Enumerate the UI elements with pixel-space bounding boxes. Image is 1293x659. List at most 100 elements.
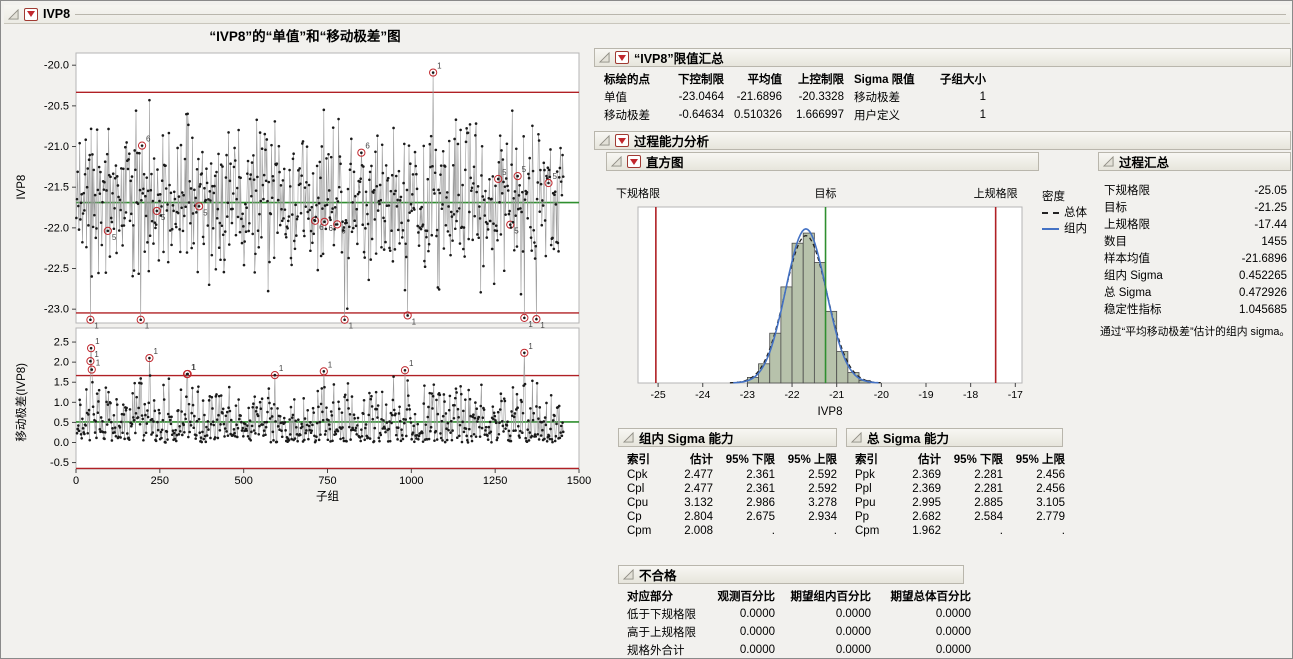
stat-value: 1.045685 (1239, 302, 1287, 319)
disclosure-triangle-icon[interactable] (8, 9, 19, 20)
table-cell: 0.0000 (706, 641, 780, 659)
svg-text:1: 1 (412, 317, 417, 326)
svg-text:1: 1 (192, 363, 197, 372)
table-cell: 2.885 (946, 496, 1008, 510)
table-cell: 2.361 (718, 482, 780, 496)
red-triangle-menu-button[interactable] (615, 51, 629, 64)
report-title: IVP8 (43, 7, 70, 21)
svg-text:-22.0: -22.0 (44, 222, 69, 234)
svg-text:750: 750 (318, 475, 336, 487)
table-cell: 单值 (599, 88, 663, 106)
table-cell: 0.0000 (876, 641, 976, 659)
stat-value: -25.05 (1254, 183, 1287, 200)
table-cell: Pp (850, 510, 894, 524)
table-row: Ppu2.9952.8853.105 (850, 496, 1070, 510)
stat-label: 稳定性指标 (1104, 302, 1162, 319)
column-header: Sigma 限值 (849, 70, 925, 88)
table-cell: Ppu (850, 496, 894, 510)
capability-title: 过程能力分析 (634, 131, 709, 150)
column-header: 95% 上限 (780, 450, 842, 468)
table-cell: 用户定义 (849, 106, 925, 124)
control-chart-title: “IVP8”的“单值”和“移动极差”图 (9, 25, 601, 45)
table-row: Cpl2.4772.3612.592 (622, 482, 842, 496)
legend-label: 总体 (1064, 205, 1087, 221)
svg-text:目标: 目标 (815, 186, 837, 200)
table-cell: 0.0000 (780, 623, 876, 641)
table-cell: 2.779 (1008, 510, 1070, 524)
table-cell: 移动极差 (849, 88, 925, 106)
nonconforming-table: 对应部分观测百分比期望组内百分比期望总体百分比低于下规格限0.00000.000… (622, 587, 976, 659)
table-cell: 2.986 (718, 496, 780, 510)
svg-text:-21.0: -21.0 (44, 141, 69, 153)
control-chart-plot[interactable]: -20.0-20.5-21.0-21.5-22.0-22.5-23.02.52.… (9, 43, 601, 509)
table-cell: . (780, 524, 842, 538)
outline-header-ivp8[interactable]: IVP8 (4, 5, 1290, 24)
svg-text:-23.0: -23.0 (44, 304, 69, 316)
svg-text:子组: 子组 (316, 489, 339, 503)
stat-value: 0.472926 (1239, 285, 1287, 302)
process-summary-row: 总 Sigma0.472926 (1098, 285, 1291, 302)
outline-header-process-summary[interactable]: 过程汇总 (1098, 152, 1291, 171)
outline-header-nonconforming[interactable]: 不合格 (618, 565, 964, 584)
svg-text:0.0: 0.0 (54, 437, 69, 449)
svg-text:250: 250 (151, 475, 169, 487)
table-cell: 2.584 (946, 510, 1008, 524)
dashed-line-icon (1042, 212, 1059, 214)
disclosure-triangle-icon[interactable] (599, 135, 610, 146)
within-sigma-title: 组内 Sigma 能力 (639, 428, 733, 447)
column-header: 95% 下限 (946, 450, 1008, 468)
process-summary-row: 稳定性指标 1.045685 (1098, 302, 1291, 319)
process-summary-row: 上规格限-17.44 (1098, 217, 1291, 234)
table-cell: 低于下规格限 (622, 605, 706, 623)
stat-value: -21.6896 (1242, 251, 1287, 268)
outline-header-overall-sigma[interactable]: 总 Sigma 能力 (846, 428, 1063, 447)
disclosure-triangle-icon[interactable] (623, 432, 634, 443)
svg-text:1: 1 (96, 359, 101, 368)
limit-summary-table: 标绘的点下控制限平均值上控制限Sigma 限值子组大小单值-23.0464-21… (599, 70, 991, 124)
svg-text:-20: -20 (874, 389, 889, 401)
table-cell: Cpk (622, 468, 666, 482)
overall-sigma-table: 索引估计95% 下限95% 上限Ppk2.3692.2812.456Ppl2.3… (850, 450, 1070, 538)
red-triangle-menu-button[interactable] (627, 155, 641, 168)
table-cell: 0.510326 (729, 106, 787, 124)
disclosure-triangle-icon[interactable] (611, 156, 622, 167)
header-rule (75, 14, 1286, 15)
outline-header-histogram[interactable]: 直方图 (606, 152, 1039, 171)
outline-header-limit-summary[interactable]: “IVP8”限值汇总 (594, 48, 1291, 67)
disclosure-triangle-icon[interactable] (1103, 156, 1114, 167)
legend-title: 密度 (1042, 189, 1100, 205)
svg-text:1: 1 (437, 62, 442, 71)
red-triangle-menu-button[interactable] (615, 134, 629, 147)
outline-header-within-sigma[interactable]: 组内 Sigma 能力 (618, 428, 837, 447)
stat-label: 目标 (1104, 200, 1127, 217)
disclosure-triangle-icon[interactable] (623, 569, 634, 580)
table-cell: 2.934 (780, 510, 842, 524)
table-cell: 2.456 (1008, 482, 1070, 496)
table-cell: 移动极差 (599, 106, 663, 124)
svg-text:-19: -19 (918, 389, 933, 401)
process-summary-row: 目标-21.25 (1098, 200, 1291, 217)
stat-value: 1455 (1261, 234, 1287, 251)
outline-header-capability[interactable]: 过程能力分析 (594, 131, 1291, 150)
svg-text:-20.0: -20.0 (44, 60, 69, 72)
table-row: 低于下规格限0.00000.00000.0000 (622, 605, 976, 623)
svg-text:IVP8: IVP8 (16, 175, 28, 200)
table-row: Ppl2.3692.2812.456 (850, 482, 1070, 496)
histogram-plot[interactable]: 下规格限目标上规格限-25-24-23-22-21-20-19-18-17IVP… (608, 185, 1038, 423)
table-cell: 0.0000 (706, 623, 780, 641)
column-header: 标绘的点 (599, 70, 663, 88)
table-cell: 1 (925, 88, 991, 106)
red-triangle-menu-button[interactable] (24, 8, 38, 21)
table-cell: 2.281 (946, 468, 1008, 482)
disclosure-triangle-icon[interactable] (851, 432, 862, 443)
disclosure-triangle-icon[interactable] (599, 52, 610, 63)
table-cell: . (718, 524, 780, 538)
table-row: Cp2.8042.6752.934 (622, 510, 842, 524)
svg-text:0.5: 0.5 (54, 417, 69, 429)
process-summary-list: 下规格限-25.05目标-21.25上规格限-17.44数目1455样本均值-2… (1098, 183, 1291, 319)
table-cell: 3.105 (1008, 496, 1070, 510)
svg-text:1: 1 (540, 321, 545, 330)
svg-text:-22.5: -22.5 (44, 263, 69, 275)
column-header: 观测百分比 (706, 587, 780, 605)
table-cell: 2.477 (666, 482, 718, 496)
